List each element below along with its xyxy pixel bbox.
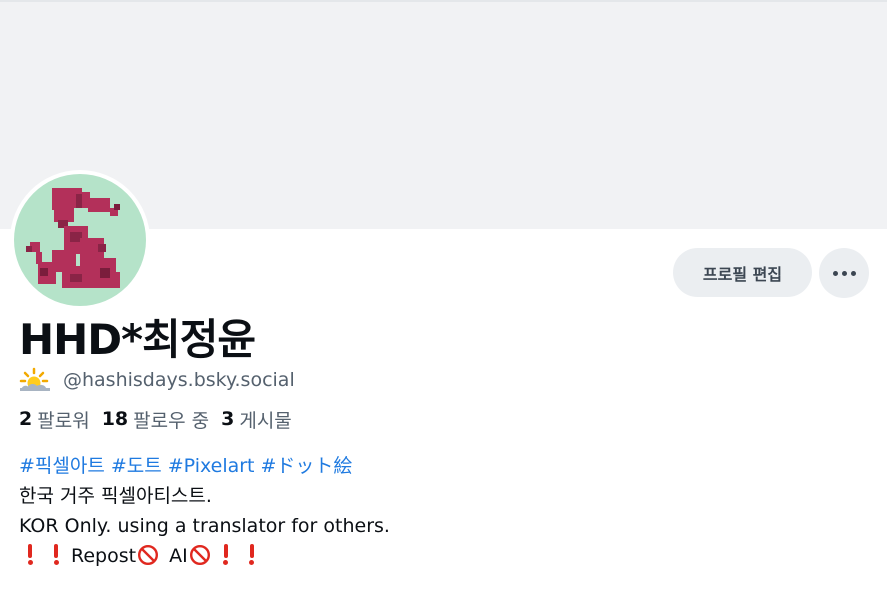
sun-behind-cloud-icon xyxy=(19,366,51,394)
exclamation-icon xyxy=(50,543,62,565)
ai-text: AI xyxy=(169,545,188,567)
followers-count[interactable]: 2 xyxy=(19,408,32,430)
exclamation-icon xyxy=(246,543,258,565)
posts-label: 게시물 xyxy=(239,409,292,432)
more-options-button[interactable] xyxy=(819,248,869,298)
following-label[interactable]: 팔로우 중 xyxy=(133,406,209,433)
hashtag-link[interactable]: #도트 xyxy=(111,455,162,477)
edit-profile-button[interactable]: 프로필 편집 xyxy=(673,248,812,297)
hashtag-link[interactable]: #ドット絵 xyxy=(261,455,353,477)
hashtag-link[interactable]: #픽셀아트 xyxy=(19,455,105,477)
ellipsis-icon xyxy=(850,270,856,276)
avatar[interactable] xyxy=(10,170,150,310)
bio-line: Repost AI xyxy=(19,541,390,571)
ellipsis-icon xyxy=(832,270,838,276)
no-entry-icon xyxy=(189,544,211,566)
pixel-poodle-avatar-icon xyxy=(14,174,146,306)
exclamation-icon xyxy=(220,543,232,565)
profile-bio: #픽셀아트 #도트 #Pixelart #ドット絵 한국 거주 픽셀아티스트. KOR… xyxy=(19,451,390,571)
repost-text: Repost xyxy=(71,545,137,567)
profile-stats: 2 팔로워 18 팔로우 중 3 게시물 xyxy=(19,405,304,433)
bio-hashtags: #픽셀아트 #도트 #Pixelart #ドット絵 xyxy=(19,451,390,481)
display-name: HHD*최정윤 xyxy=(19,315,256,364)
bio-line: 한국 거주 픽셀아티스트. xyxy=(19,485,212,507)
hashtag-link[interactable]: #Pixelart xyxy=(168,455,255,477)
bio-line: KOR Only. using a translator for others. xyxy=(19,515,390,537)
followers-label[interactable]: 팔로워 xyxy=(37,406,89,433)
handle[interactable]: @hashisdays.bsky.social xyxy=(63,369,295,391)
following-count[interactable]: 18 xyxy=(102,408,128,430)
no-entry-icon xyxy=(137,544,159,566)
handle-row: @hashisdays.bsky.social xyxy=(19,366,295,394)
exclamation-icon xyxy=(24,543,36,565)
ellipsis-icon xyxy=(841,270,847,276)
posts-count: 3 xyxy=(221,408,235,430)
